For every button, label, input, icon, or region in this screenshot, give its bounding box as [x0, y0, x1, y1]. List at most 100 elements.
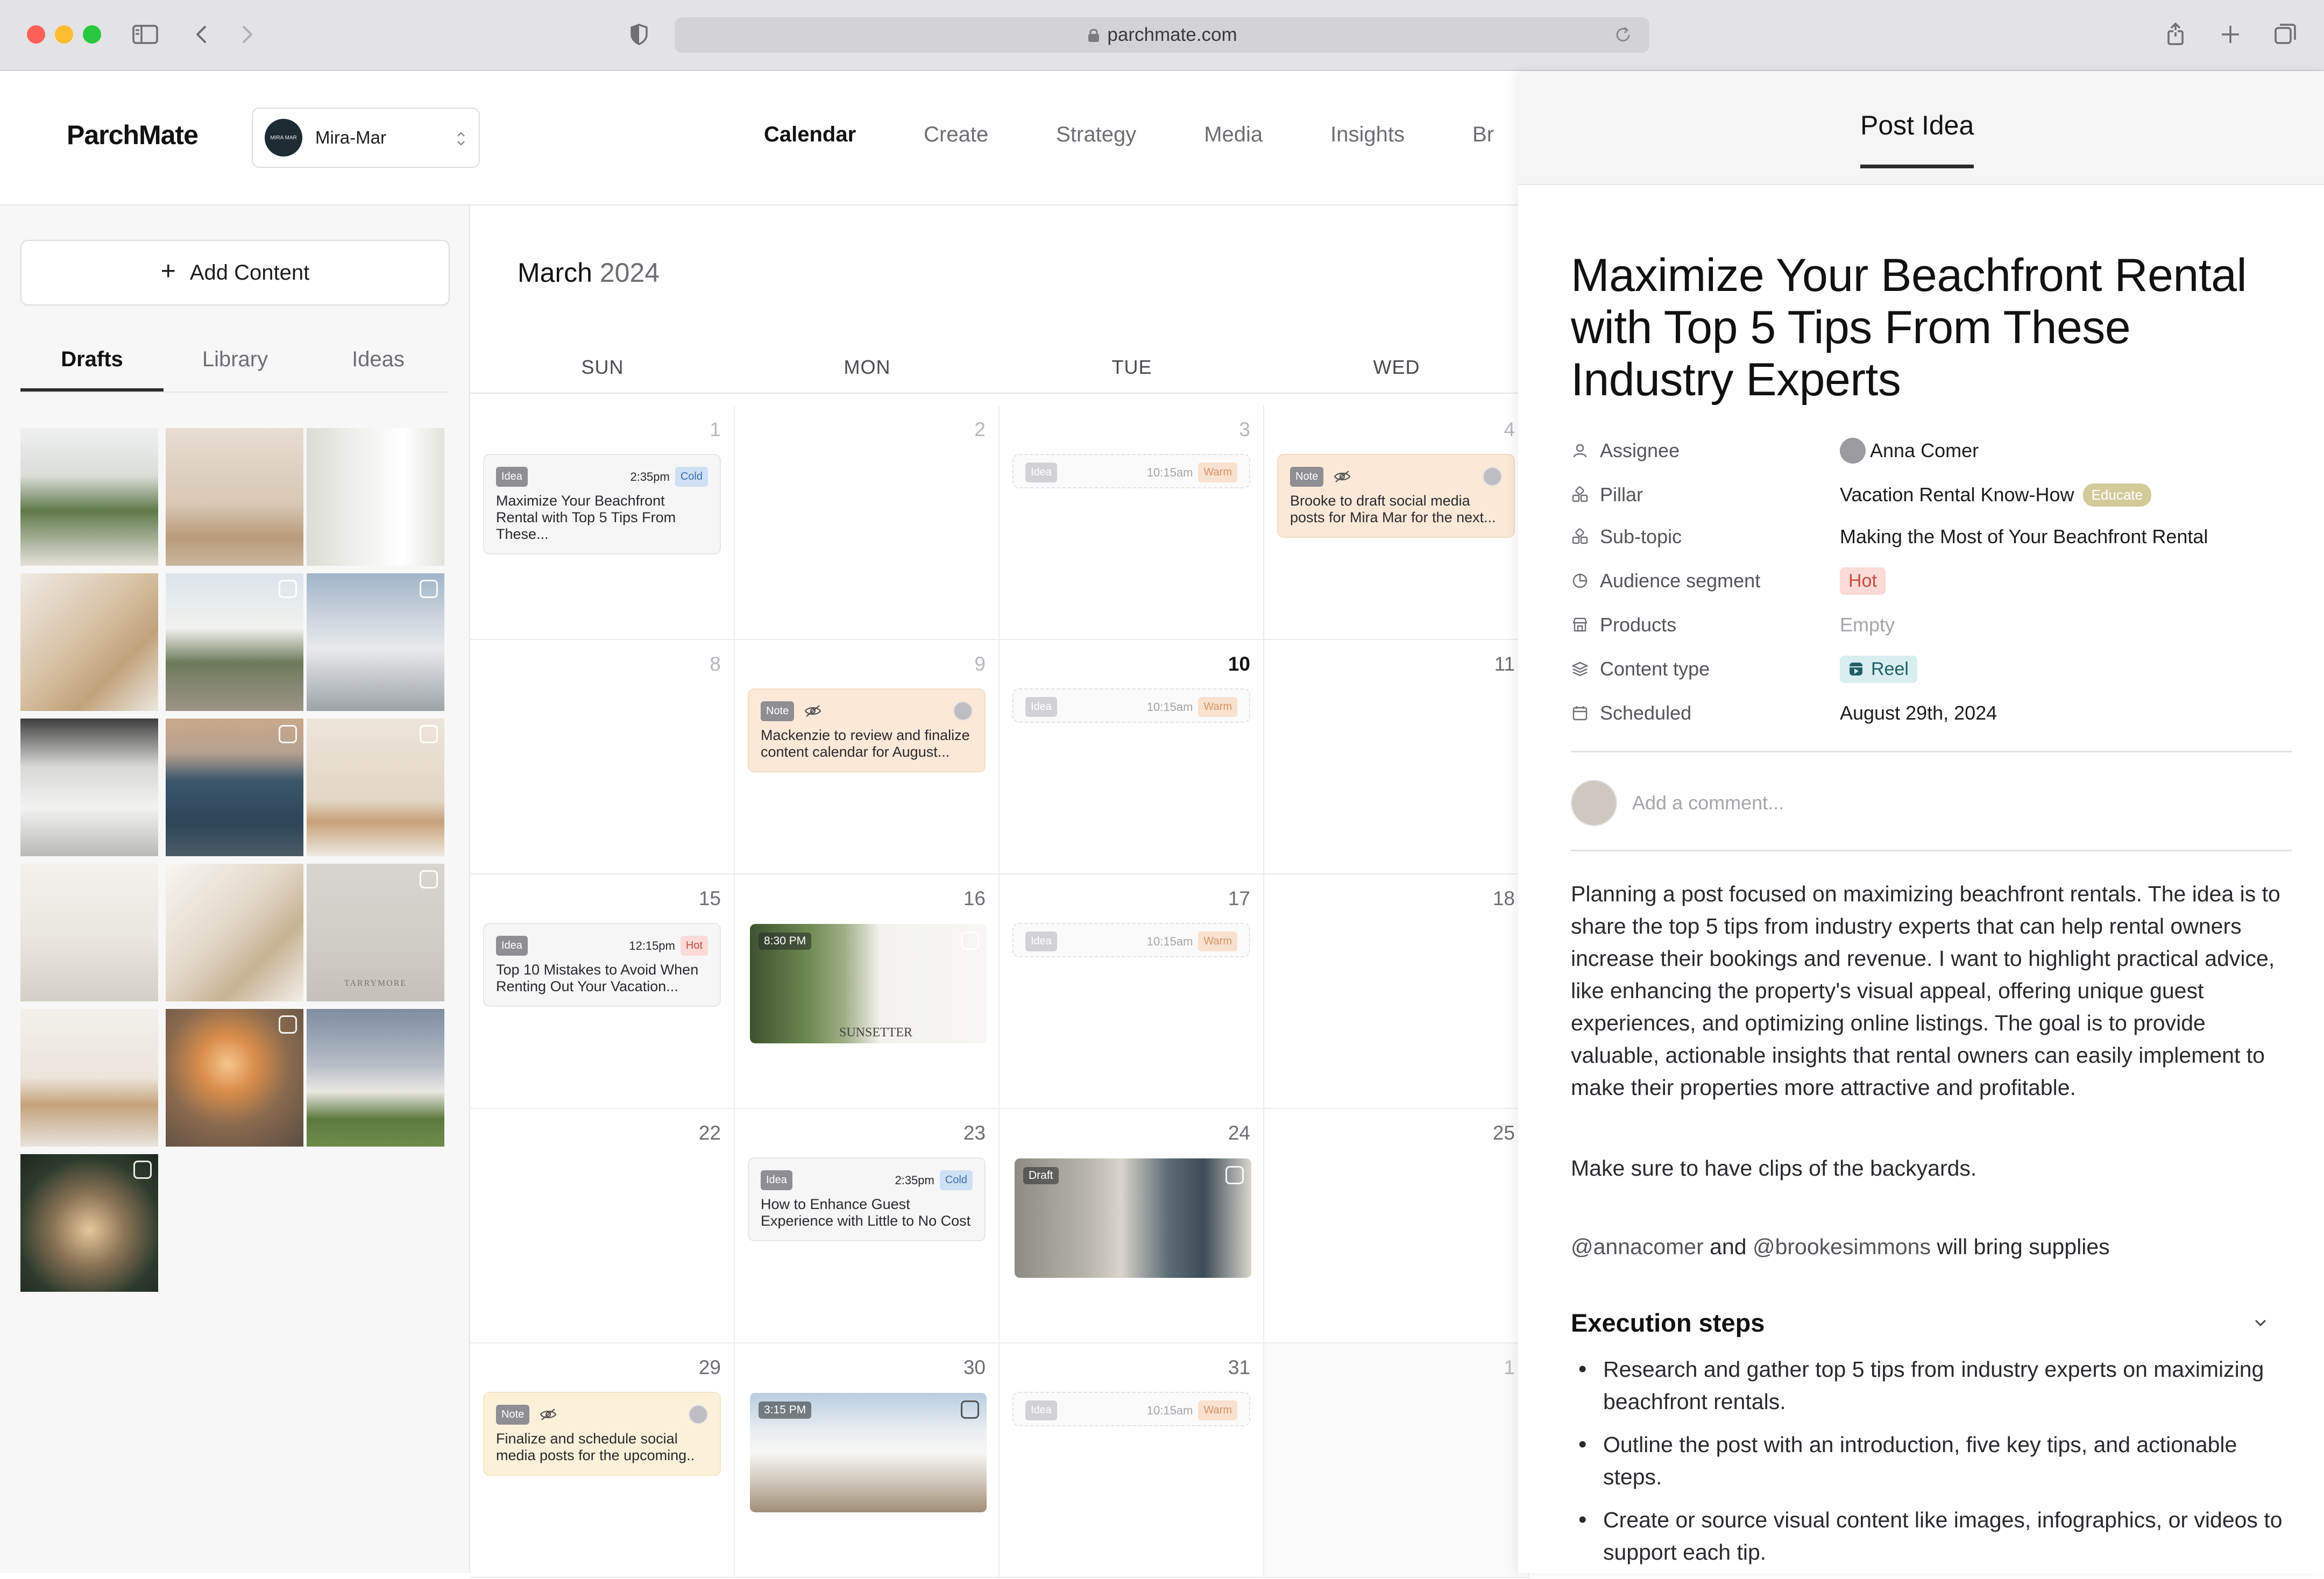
- note-card[interactable]: Note Finalize and schedule social media …: [483, 1392, 721, 1476]
- day-cell[interactable]: 16 8:30 PM SUNSETTER: [735, 874, 1000, 1109]
- idea-card-placeholder[interactable]: Idea 10:15am Warm: [1012, 923, 1250, 957]
- reel-icon: [279, 1015, 297, 1034]
- privacy-shield-icon[interactable]: [624, 19, 654, 49]
- media-thumbnail[interactable]: [166, 573, 303, 711]
- media-thumbnail[interactable]: [20, 864, 158, 1001]
- tab-drafts[interactable]: Drafts: [20, 347, 164, 392]
- media-thumbnail[interactable]: [166, 428, 303, 566]
- media-thumbnail[interactable]: [307, 719, 444, 856]
- day-cell[interactable]: 15 Idea 12:15pm Hot Top 10 Mistakes to Avo…: [470, 874, 735, 1109]
- property-products[interactable]: Products Empty: [1571, 609, 2292, 641]
- day-cell[interactable]: 9 Note Mackenzie to review and finalize …: [735, 640, 1000, 874]
- tab-overview-icon[interactable]: [2270, 19, 2300, 49]
- day-number: 11: [1494, 653, 1515, 675]
- chevron-down-icon[interactable]: [2251, 1313, 2270, 1333]
- day-cell[interactable]: 22: [470, 1109, 735, 1343]
- day-cell[interactable]: 31 Idea 10:15am Warm: [1000, 1343, 1264, 1578]
- day-cell[interactable]: 10 Idea 10:15am Warm: [1000, 640, 1264, 874]
- nav-brand-truncated[interactable]: Br: [1472, 123, 1494, 147]
- media-thumbnail[interactable]: [166, 864, 303, 1001]
- execution-step[interactable]: Outline the post with an introduction, f…: [1571, 1428, 2292, 1493]
- reload-icon[interactable]: [1613, 25, 1633, 45]
- minimize-window-button[interactable]: [55, 25, 73, 44]
- property-audience-segment[interactable]: Audience segment Hot: [1571, 565, 2292, 597]
- day-cell[interactable]: 30 3:15 PM: [735, 1343, 1000, 1578]
- day-cell[interactable]: 3 Idea 10:15am Warm: [1000, 406, 1264, 640]
- day-cell[interactable]: 8: [470, 640, 735, 874]
- tab-ideas[interactable]: Ideas: [307, 347, 450, 392]
- day-cell[interactable]: 2: [735, 406, 1000, 640]
- nav-insights[interactable]: Insights: [1330, 123, 1405, 147]
- media-thumbnail[interactable]: [166, 719, 303, 856]
- workspace-switcher[interactable]: MIRA MAR Mira-Mar: [252, 108, 480, 168]
- close-window-button[interactable]: [27, 25, 45, 44]
- nav-create[interactable]: Create: [924, 123, 988, 147]
- property-assignee[interactable]: Assignee Anna Comer: [1571, 435, 2292, 467]
- note-card[interactable]: Note Mackenzie to review and finalize co…: [748, 688, 986, 772]
- day-cell[interactable]: 25: [1264, 1109, 1529, 1343]
- mention-link[interactable]: @brookesimmons: [1753, 1234, 1931, 1259]
- post-title[interactable]: Maximize Your Beachfront Rental with Top…: [1571, 250, 2292, 406]
- comment-composer[interactable]: Add a comment...: [1571, 779, 1784, 827]
- post-mentions[interactable]: @annacomer and @brookesimmons will bring…: [1571, 1231, 2292, 1263]
- note-card[interactable]: Note Brooke to draft social media posts …: [1277, 454, 1515, 538]
- day-cell[interactable]: 4 Note Brooke to draft social media post…: [1264, 406, 1529, 640]
- card-title: Finalize and schedule social media posts…: [496, 1431, 695, 1463]
- execution-step[interactable]: Research and gather top 5 tips from indu…: [1571, 1353, 2292, 1418]
- idea-card[interactable]: Idea 12:15pm Hot Top 10 Mistakes to Avoid …: [483, 923, 721, 1007]
- day-cell[interactable]: 24 Draft: [1000, 1109, 1264, 1343]
- nav-strategy[interactable]: Strategy: [1056, 123, 1136, 147]
- comment-input[interactable]: Add a comment...: [1632, 792, 1784, 814]
- back-icon[interactable]: [187, 19, 217, 49]
- draft-media-card[interactable]: Draft: [1015, 1158, 1251, 1278]
- media-thumbnail[interactable]: [307, 573, 444, 711]
- media-thumbnail[interactable]: [20, 719, 158, 856]
- media-thumbnail[interactable]: [20, 1154, 158, 1292]
- property-pillar[interactable]: Pillar Vacation Rental Know-How Educate: [1571, 479, 2292, 511]
- tab-library[interactable]: Library: [164, 347, 307, 392]
- card-type-tag: Idea: [1025, 696, 1057, 717]
- scheduled-media-card[interactable]: 8:30 PM SUNSETTER: [750, 924, 987, 1043]
- property-content-type[interactable]: Content type Reel: [1571, 653, 2292, 685]
- property-scheduled[interactable]: Scheduled August 29th, 2024: [1571, 697, 2292, 729]
- property-subtopic[interactable]: Sub-topic Making the Most of Your Beachf…: [1571, 521, 2292, 553]
- idea-card[interactable]: Idea 2:35pm Cold How to Enhance Guest Expe…: [748, 1157, 986, 1241]
- forward-icon[interactable]: [231, 19, 261, 49]
- idea-card-placeholder[interactable]: Idea 10:15am Warm: [1012, 688, 1250, 723]
- idea-card-placeholder[interactable]: Idea 10:15am Warm: [1012, 454, 1250, 488]
- post-description[interactable]: Planning a post focused on maximizing be…: [1571, 878, 2292, 1104]
- share-icon[interactable]: [2160, 19, 2191, 49]
- mention-link[interactable]: @annacomer: [1571, 1234, 1704, 1259]
- media-thumbnail[interactable]: [166, 1009, 303, 1147]
- day-cell[interactable]: 29 Note Finalize and schedule social med…: [470, 1343, 735, 1578]
- idea-card-placeholder[interactable]: Idea 10:15am Warm: [1012, 1392, 1250, 1426]
- day-cell[interactable]: 23 Idea 2:35pm Cold How to Enhance Guest E…: [735, 1109, 1000, 1343]
- nav-calendar[interactable]: Calendar: [764, 123, 856, 147]
- execution-steps-heading[interactable]: Execution steps: [1571, 1308, 2292, 1338]
- nav-media[interactable]: Media: [1204, 123, 1263, 147]
- address-bar[interactable]: parchmate.com: [675, 17, 1649, 53]
- day-cell[interactable]: 11: [1264, 640, 1529, 874]
- execution-step[interactable]: Create or source visual content like ima…: [1571, 1504, 2292, 1568]
- weekday-label: MON: [844, 356, 891, 378]
- card-title: How to Enhance Guest Experience with Lit…: [761, 1196, 971, 1229]
- idea-card[interactable]: Idea 2:35pm Cold Maximize Your Beachfront …: [483, 454, 721, 554]
- day-cell[interactable]: 1: [1264, 1343, 1529, 1578]
- day-cell[interactable]: 18: [1264, 874, 1529, 1109]
- day-cell[interactable]: 17 Idea 10:15am Warm: [1000, 874, 1264, 1109]
- media-thumbnail[interactable]: [20, 573, 158, 711]
- app-logo[interactable]: ParchMate: [67, 119, 199, 151]
- add-content-button[interactable]: + Add Content: [20, 240, 450, 305]
- sidebar-toggle-icon[interactable]: [130, 19, 160, 49]
- zoom-window-button[interactable]: [83, 25, 101, 44]
- media-thumbnail[interactable]: [20, 1009, 158, 1147]
- media-thumbnail[interactable]: [307, 1009, 444, 1147]
- post-note[interactable]: Make sure to have clips of the backyards…: [1571, 1152, 2292, 1184]
- media-thumbnail[interactable]: TARRYMORE: [307, 864, 444, 1001]
- new-tab-icon[interactable]: [2215, 19, 2245, 49]
- tab-post-idea[interactable]: Post Idea: [1860, 110, 1974, 168]
- media-thumbnail[interactable]: [20, 428, 158, 566]
- day-cell[interactable]: 1 Idea 2:35pm Cold Maximize Your Beachfron…: [470, 406, 735, 640]
- scheduled-media-card[interactable]: 3:15 PM: [750, 1393, 987, 1512]
- media-thumbnail[interactable]: [307, 428, 444, 566]
